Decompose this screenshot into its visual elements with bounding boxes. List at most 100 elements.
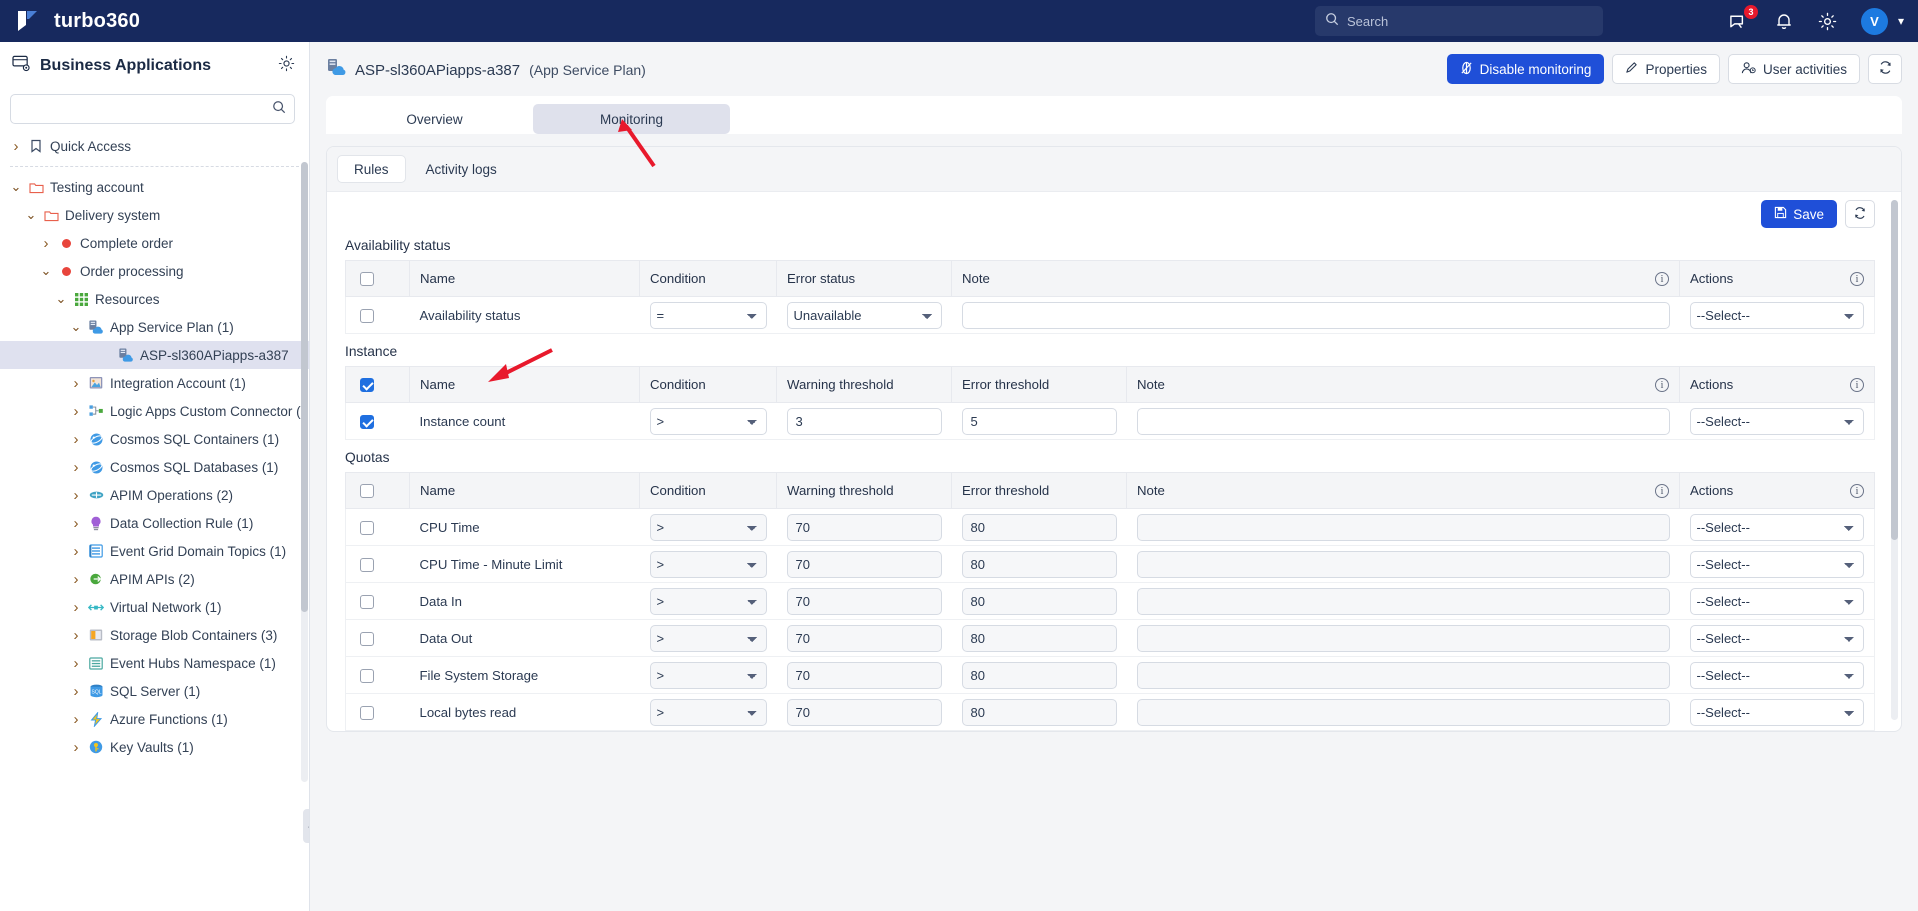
sidebar-item-azure-functions-1[interactable]: › Azure Functions (1) [0,705,309,733]
chevron-right-icon[interactable]: › [70,543,82,560]
select-all-checkbox[interactable] [360,378,374,393]
chevron-right-icon[interactable]: › [70,431,82,448]
tab-monitoring[interactable]: Monitoring [533,104,730,134]
row-checkbox[interactable] [360,594,374,609]
sidebar-search[interactable] [10,94,295,124]
chevron-right-icon[interactable]: › [70,711,82,728]
sidebar-item-event-grid-domain-topics-1[interactable]: › Event Grid Domain Topics (1) [0,537,309,565]
error-threshold-input[interactable] [961,550,1117,578]
chevron-down-icon[interactable]: ⌄ [10,179,22,195]
sidebar-item-complete-order[interactable]: › Complete order [0,229,309,257]
properties-button[interactable]: Properties [1612,54,1720,84]
messages-icon[interactable]: 3 [1729,5,1758,32]
chevron-right-icon[interactable]: › [70,515,82,532]
select-all-checkbox[interactable] [360,272,374,287]
sidebar-search-input[interactable] [19,101,272,117]
chevron-down-icon[interactable]: ▾ [1898,14,1904,28]
row-checkbox[interactable] [360,668,374,683]
save-button[interactable]: Save [1761,200,1837,228]
warning-threshold-input[interactable] [786,513,942,541]
action-select[interactable]: --Select-- [1689,587,1864,615]
info-icon[interactable]: i [1850,484,1864,498]
action-select[interactable]: --Select-- [1689,624,1864,652]
condition-select[interactable]: > [649,407,767,435]
row-checkbox[interactable] [360,520,374,535]
note-input[interactable] [1136,407,1670,435]
info-icon[interactable]: i [1655,272,1669,286]
chevron-right-icon[interactable]: › [70,571,82,588]
sidebar-item-asp-sl360apiapps-a387[interactable]: ASP-sl360APiapps-a387 [0,341,309,369]
chevron-down-icon[interactable]: ⌄ [55,291,67,307]
chevron-right-icon[interactable]: › [70,655,82,672]
sidebar-item-data-collection-rule-1[interactable]: › Data Collection Rule (1) [0,509,309,537]
chevron-right-icon[interactable]: › [70,375,82,392]
sidebar-item-key-vaults-1[interactable]: › Key Vaults (1) [0,733,309,761]
sidebar-item-logic-apps-custom-connector-1[interactable]: › Logic Apps Custom Connector (1) [0,397,309,425]
chevron-right-icon[interactable]: › [70,627,82,644]
error-threshold-input[interactable] [961,513,1117,541]
tab-overview[interactable]: Overview [336,104,533,134]
sidebar-item-order-processing[interactable]: ⌄ Order processing [0,257,309,285]
condition-select[interactable]: > [649,513,767,541]
action-select[interactable]: --Select-- [1689,301,1864,329]
warning-threshold-input[interactable] [786,624,942,652]
subtab-rules[interactable]: Rules [337,155,406,183]
sidebar-item-resources[interactable]: ⌄ Resources [0,285,309,313]
sidebar-collapse-handle[interactable]: ❮ [303,809,309,843]
action-select[interactable]: --Select-- [1689,513,1864,541]
disable-monitoring-button[interactable]: Disable monitoring [1446,54,1605,84]
warning-threshold-input[interactable] [786,407,942,435]
error-threshold-input[interactable] [961,407,1117,435]
sidebar-item-apim-apis-2[interactable]: › APIM APIs (2) [0,565,309,593]
search-icon[interactable] [272,100,286,119]
sidebar-item-cosmos-sql-databases-1[interactable]: › Cosmos SQL Databases (1) [0,453,309,481]
error-threshold-input[interactable] [961,661,1117,689]
sidebar-item-virtual-network-1[interactable]: › Virtual Network (1) [0,593,309,621]
error-threshold-input[interactable] [961,587,1117,615]
search-input[interactable] [1347,13,1593,29]
row-checkbox[interactable] [360,308,374,323]
avatar[interactable]: V [1860,7,1888,35]
info-icon[interactable]: i [1850,272,1864,286]
user-activities-button[interactable]: User activities [1727,54,1860,84]
chevron-right-icon[interactable]: › [70,487,82,504]
sidebar-item-apim-operations-2[interactable]: › APIM Operations (2) [0,481,309,509]
sidebar-item-sql-server-1[interactable]: › SQL SQL Server (1) [0,677,309,705]
brand[interactable]: turbo360 [16,9,140,33]
sidebar-settings-gear-icon[interactable] [278,55,295,77]
sidebar-item-app-service-plan-1[interactable]: ⌄ App Service Plan (1) [0,313,309,341]
error-threshold-input[interactable] [961,624,1117,652]
global-search[interactable] [1315,6,1603,36]
note-input[interactable] [1136,624,1670,652]
error-threshold-input[interactable] [961,698,1117,726]
sidebar-item-testing-account[interactable]: ⌄ Testing account [0,173,309,201]
warning-threshold-input[interactable] [786,587,942,615]
chevron-right-icon[interactable]: › [70,599,82,616]
action-select[interactable]: --Select-- [1689,550,1864,578]
chevron-right-icon[interactable]: › [70,403,82,420]
bell-icon[interactable] [1773,10,1795,32]
action-select[interactable]: --Select-- [1689,698,1864,726]
row-checkbox[interactable] [360,631,374,646]
info-icon[interactable]: i [1850,378,1864,392]
select-all-checkbox[interactable] [360,484,374,499]
error-status-select[interactable]: Unavailable [786,301,942,329]
sidebar-item-cosmos-sql-containers-1[interactable]: › Cosmos SQL Containers (1) [0,425,309,453]
note-input[interactable] [1136,513,1670,541]
chevron-down-icon[interactable]: ⌄ [25,207,37,223]
info-icon[interactable]: i [1655,378,1669,392]
row-checkbox[interactable] [360,705,374,720]
condition-select[interactable]: > [649,587,767,615]
chevron-right-icon[interactable]: › [10,138,22,155]
warning-threshold-input[interactable] [786,698,942,726]
action-select[interactable]: --Select-- [1689,407,1864,435]
condition-select[interactable]: = [649,301,767,329]
rules-scrollbar[interactable] [1891,200,1898,720]
note-input[interactable] [1136,550,1670,578]
sidebar-item-integration-account-1[interactable]: › Integration Account (1) [0,369,309,397]
condition-select[interactable]: > [649,698,767,726]
condition-select[interactable]: > [649,624,767,652]
note-input[interactable] [1136,698,1670,726]
sidebar-item-event-hubs-namespace-1[interactable]: › Event Hubs Namespace (1) [0,649,309,677]
row-checkbox[interactable] [360,414,374,429]
